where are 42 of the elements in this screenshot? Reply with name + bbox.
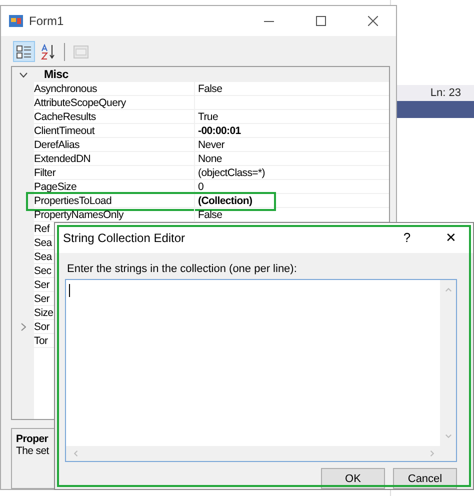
app-icon: [9, 15, 23, 27]
property-name: AttributeScopeQuery: [34, 96, 195, 110]
property-value: -00:00:01: [195, 124, 389, 138]
property-pages-icon: [73, 44, 89, 58]
chevron-icon[interactable]: [18, 72, 28, 78]
sort-icon: [40, 44, 56, 60]
scroll-up-icon: [444, 286, 452, 293]
description-title: Proper: [16, 432, 48, 445]
property-name: PageSize: [34, 180, 195, 194]
dialog-button[interactable]: OK: [321, 468, 385, 489]
maximize-icon[interactable]: [316, 16, 326, 26]
dialog-button[interactable]: Cancel: [393, 468, 457, 489]
property-value: True: [195, 110, 389, 124]
close-button[interactable]: ✕: [429, 230, 473, 246]
property-value: (objectClass=*): [195, 166, 389, 180]
property-name: Filter: [34, 166, 195, 180]
horizontal-scrollbar[interactable]: [66, 446, 456, 461]
help-button[interactable]: ?: [385, 230, 429, 246]
minimize-icon[interactable]: [264, 20, 274, 22]
property-name: ExtendedDN: [34, 152, 195, 166]
property-name: Asynchronous: [34, 82, 195, 96]
description-text: The set: [16, 444, 49, 457]
scroll-down-icon: [444, 433, 452, 440]
property-name: PropertiesToLoad: [34, 194, 195, 208]
scroll-left-icon: [72, 450, 79, 457]
text-cursor: [69, 284, 70, 297]
property-value: Never: [195, 138, 389, 152]
property-value: False: [195, 82, 389, 96]
property-name: ClientTimeout: [34, 124, 195, 138]
property-value: (Collection): [195, 194, 389, 208]
property-value: None: [195, 152, 389, 166]
vertical-scrollbar[interactable]: [440, 280, 456, 446]
category-name: Misc: [43, 68, 68, 80]
property-value: 0: [195, 180, 389, 194]
close-icon[interactable]: [368, 16, 378, 26]
property-name: DerefAlias: [34, 138, 195, 152]
scroll-right-icon: [429, 450, 436, 457]
line-number: Ln: 23: [430, 87, 461, 99]
window-title: Form1: [29, 14, 65, 28]
property-name: CacheResults: [34, 110, 195, 124]
toolbar-button[interactable]: [13, 41, 35, 62]
categorized-icon: [16, 44, 32, 58]
